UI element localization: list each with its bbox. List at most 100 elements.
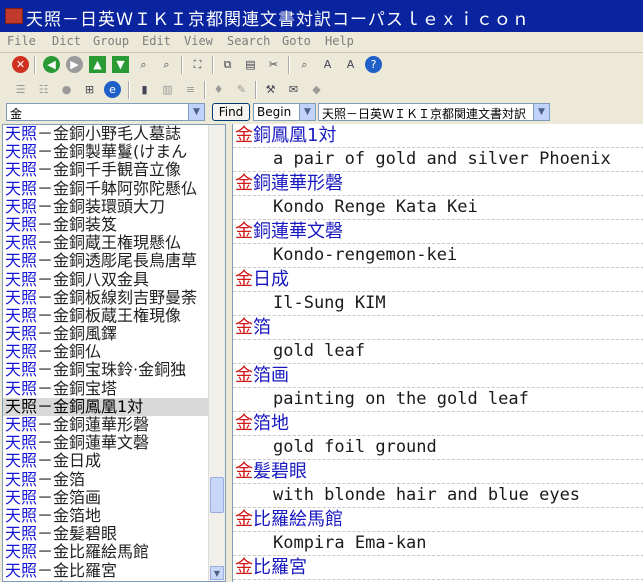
search-mode-select[interactable]: Begin ▼ [253, 103, 316, 121]
search-icon[interactable]: ⌕ [135, 56, 152, 73]
list-item[interactable]: 天照－金箔 [3, 471, 210, 489]
headword-match: 金 [235, 269, 253, 290]
details-icon[interactable]: ☷ [35, 81, 52, 98]
word-label: 金銅蓮華形磬 [53, 416, 150, 434]
list-item[interactable]: 天照－金日成 [3, 452, 210, 470]
list-item[interactable]: 天照－金銅装環頭大刀 [3, 198, 210, 216]
list-item[interactable]: 天照－金銅装笈 [3, 216, 210, 234]
list-item[interactable]: 天照－金銅仏 [3, 343, 210, 361]
entry-headword[interactable]: 金日成 [233, 268, 643, 292]
list-item[interactable]: 天照－金銅宝塔 [3, 380, 210, 398]
menu-group[interactable]: Group [93, 34, 129, 48]
entry-headword[interactable]: 金髪碧眼 [233, 460, 643, 484]
menu-goto[interactable]: Goto [282, 34, 311, 48]
entry-headword[interactable]: 金銅鳳凰1対 [233, 124, 643, 148]
entry-headword[interactable]: 金比羅絵馬館 [233, 508, 643, 532]
entry-translation: Il-Sung KIM [233, 292, 643, 316]
scroll-thumb[interactable] [210, 477, 224, 513]
font-larger-icon[interactable]: A [319, 56, 336, 73]
menu-help[interactable]: Help [325, 34, 354, 48]
clipboard-icon[interactable]: ▥ [159, 81, 176, 98]
list-item[interactable]: 天照－金銅製華鬘(けまん [3, 143, 210, 161]
list-item[interactable]: 天照－金銅蓮華文磬 [3, 434, 210, 452]
list-item[interactable]: 天照－金銅千躰阿弥陀懸仏 [3, 180, 210, 198]
menu-view[interactable]: View [184, 34, 213, 48]
comment-icon[interactable]: ● [58, 81, 75, 98]
paste-icon[interactable]: ▤ [242, 56, 259, 73]
entry-headword[interactable]: 金箔 [233, 316, 643, 340]
list-item[interactable]: 天照－金箔画 [3, 489, 210, 507]
list-item[interactable]: 天照－金銅宝珠鈴·金銅独 [3, 361, 210, 379]
list-item[interactable]: 天照－金銅八双金具 [3, 271, 210, 289]
menu-file[interactable]: File [7, 34, 36, 48]
close-icon[interactable]: ✕ [12, 56, 29, 73]
list-item[interactable]: 天照－金銅蓮華形磬 [3, 416, 210, 434]
list-item[interactable]: 天照－金銅蔵王権現懸仏 [3, 234, 210, 252]
tree-icon[interactable]: ≡ [182, 81, 199, 98]
list-item[interactable]: 天照－金箔地 [3, 507, 210, 525]
word-list-scrollbar[interactable]: ▼ [208, 125, 225, 581]
up-icon[interactable]: ▲ [89, 56, 106, 73]
entry-headword[interactable]: 金箔地 [233, 412, 643, 436]
entry-headword[interactable]: 金銅蓮華文磬 [233, 220, 643, 244]
list-item[interactable]: 天照－金銅透彫尾長鳥唐草 [3, 252, 210, 270]
entry-translation: Kompira Ema-kan [233, 532, 643, 556]
entry-headword[interactable]: 金比羅宮 [233, 556, 643, 580]
headword-rest: 箔 [253, 317, 271, 338]
search-next-icon[interactable]: ⌕ [158, 56, 175, 73]
entry-headword[interactable]: 金箔画 [233, 364, 643, 388]
browser-icon[interactable]: e [104, 81, 121, 98]
separator: － [37, 434, 54, 453]
pin-icon[interactable]: ♦ [210, 81, 227, 98]
cut-icon[interactable]: ✂ [265, 56, 282, 73]
chevron-down-icon[interactable]: ▼ [188, 104, 204, 120]
chevron-down-icon[interactable]: ▼ [299, 104, 315, 120]
list-item[interactable]: 天照－金銅板蔵王権現像 [3, 307, 210, 325]
list-item[interactable]: 天照－金髪碧眼 [3, 525, 210, 543]
network-icon[interactable]: ⊞ [81, 81, 98, 98]
bookmark-icon[interactable]: ▮ [136, 81, 153, 98]
find-button[interactable]: Find [212, 103, 250, 121]
forward-icon[interactable]: ▶ [66, 56, 83, 73]
list-item[interactable]: 天照－金銅小野毛人墓誌 [3, 125, 210, 143]
copy-icon[interactable]: ⧉ [219, 56, 236, 73]
menu-dict[interactable]: Dict [52, 34, 81, 48]
dict-label: 天照 [5, 434, 38, 453]
help-icon[interactable]: ? [365, 56, 382, 73]
main-toolbar: ✕ ◀ ▶ ▲ ▼ ⌕ ⌕ ⛶ ⧉ ▤ ✂ ⌕ A A ? [0, 53, 643, 77]
list-item[interactable]: 天照－金銅風鐸 [3, 325, 210, 343]
article-view[interactable]: 金銅鳳凰1対 a pair of gold and silver Phoenix 金… [232, 124, 643, 582]
scroll-down-icon[interactable]: ▼ [210, 566, 224, 580]
down-icon[interactable]: ▼ [112, 56, 129, 73]
word-label: 金銅八双金具 [53, 270, 150, 289]
dict-label: 天照 [5, 525, 38, 544]
tag-icon[interactable]: ◆ [308, 81, 325, 98]
list-item[interactable]: 天照－金銅板線刻吉野曼荼 [3, 289, 210, 307]
entry-translation: gold foil ground [233, 436, 643, 460]
dictionary-select[interactable]: 天照－日英ＷＩＫＩ京都関連文書対訳 ▼ [318, 103, 550, 121]
entry: 金箔 gold leaf [233, 316, 643, 364]
back-icon[interactable]: ◀ [43, 56, 60, 73]
entry: 金比羅絵馬館 Kompira Ema-kan [233, 508, 643, 556]
list-icon[interactable]: ☰ [12, 81, 29, 98]
font-smaller-icon[interactable]: A [342, 56, 359, 73]
secondary-toolbar: ☰ ☷ ● ⊞ e ▮ ▥ ≡ ♦ ✎ ⚒ ✉ ◆ [0, 78, 643, 102]
headword-match: 金 [235, 461, 253, 482]
fit-window-icon[interactable]: ⛶ [189, 56, 206, 73]
chevron-down-icon[interactable]: ▼ [533, 104, 549, 120]
edit-icon[interactable]: ✎ [233, 81, 250, 98]
headword-match: 金 [235, 365, 253, 386]
zoom-icon[interactable]: ⌕ [296, 56, 313, 73]
note-icon[interactable]: ✉ [285, 81, 302, 98]
list-item[interactable]: 天照－金比羅宮 [3, 562, 210, 580]
menu-search[interactable]: Search [227, 34, 270, 48]
entry-headword[interactable]: 金銅蓮華形磬 [233, 172, 643, 196]
word-list[interactable]: 天照－金銅小野毛人墓誌 天照－金銅製華鬘(けまん 天照－金銅千手観音立像 天照－金銅千… [2, 124, 226, 582]
list-item[interactable]: 天照－金比羅絵馬館 [3, 543, 210, 561]
list-item[interactable]: 天照－金銅鳳凰1対 [3, 397, 210, 416]
search-input[interactable]: 金 ▼ [6, 103, 205, 121]
list-item[interactable]: 天照－金銅千手観音立像 [3, 161, 210, 179]
menu-bar: File Dict Group Edit View Search Goto He… [0, 32, 643, 53]
menu-edit[interactable]: Edit [142, 34, 171, 48]
tools-icon[interactable]: ⚒ [262, 81, 279, 98]
